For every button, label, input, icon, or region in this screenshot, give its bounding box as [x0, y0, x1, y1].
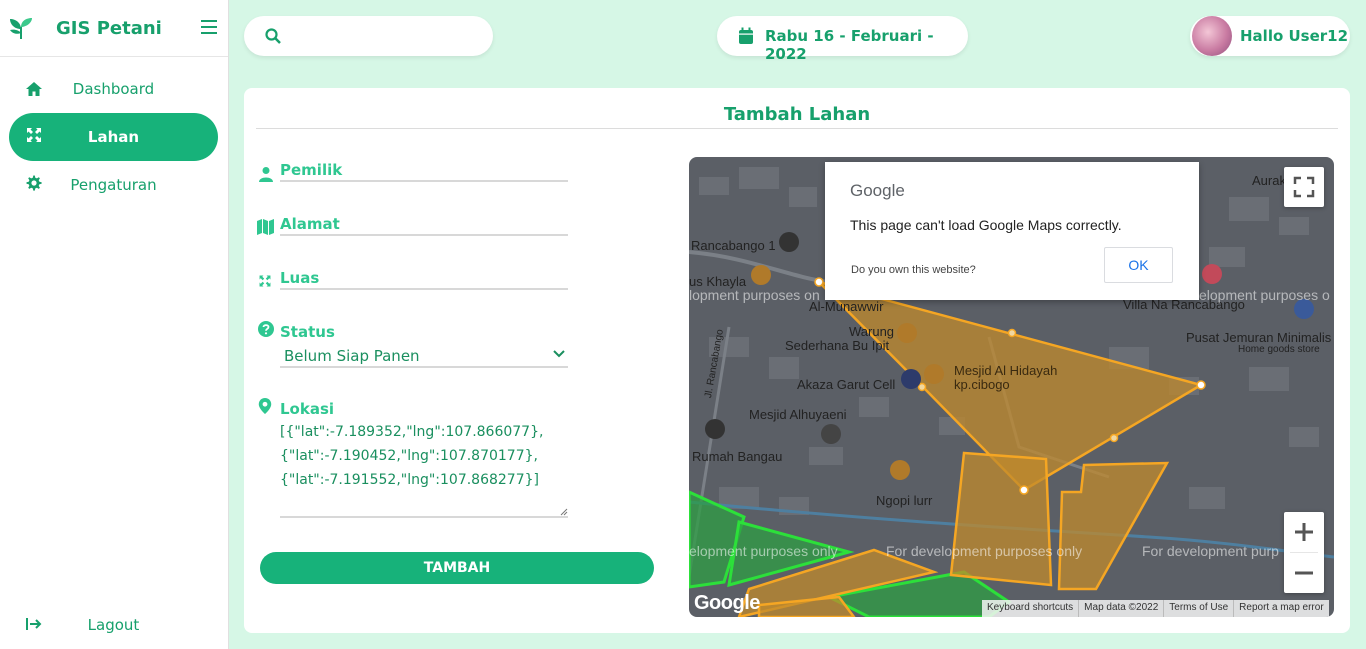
divider [256, 128, 1338, 129]
user-menu[interactable]: Hallo User12 [1190, 16, 1350, 56]
map-label: Sederhana Bu Ipit [785, 338, 890, 353]
map[interactable]: Rancabango 1 us Khayla Al-Munawwir Warun… [689, 157, 1334, 617]
dialog-brand: Google [850, 181, 905, 200]
resize-handle-icon[interactable] [558, 506, 568, 516]
dev-watermark: elopment purposes only [689, 543, 838, 559]
keyboard-shortcuts-link[interactable]: Keyboard shortcuts [982, 600, 1080, 617]
zoom-out-icon[interactable] [1284, 553, 1324, 593]
user-icon [259, 167, 273, 182]
maps-error-dialog: Google This page can't load Google Maps … [825, 162, 1199, 300]
pemilik-input[interactable] [280, 180, 568, 182]
sidebar-item-pengaturan[interactable]: Pengaturan [9, 161, 218, 209]
date-display: Rabu 16 - Februari - 2022 [717, 16, 968, 63]
pemilik-label: Pemilik [280, 161, 343, 179]
sidebar: GIS Petani Dashboard Lahan Pengaturan La… [0, 0, 229, 649]
map-label: Rumah Bangau [692, 449, 783, 464]
luas-label: Luas [280, 269, 320, 287]
hamburger-menu-icon[interactable] [201, 20, 217, 34]
report-error-link[interactable]: Report a map error [1234, 600, 1328, 617]
dev-watermark: For development purp [1142, 543, 1279, 559]
search-bar[interactable] [244, 16, 493, 56]
submit-button[interactable]: TAMBAH [260, 552, 654, 584]
logout-label: Lagout [87, 616, 140, 634]
lokasi-label: Lokasi [280, 400, 335, 418]
sidebar-item-label: Pengaturan [70, 176, 157, 194]
sidebar-item-label: Lahan [87, 128, 140, 146]
dialog-message: This page can't load Google Maps correct… [850, 217, 1122, 233]
map-label: Ngopi lurr [876, 493, 933, 508]
zoom-in-icon[interactable] [1284, 512, 1324, 552]
calendar-icon [739, 27, 753, 44]
map-label: Mesjid Al Hidayah kp.cibogo [954, 363, 1058, 392]
status-select[interactable]: Belum Siap Panen [284, 347, 420, 365]
map-footer: Keyboard shortcuts Map data ©2022 Terms … [982, 600, 1329, 617]
current-date: Rabu 16 - Februari - 2022 [765, 27, 934, 63]
avatar[interactable] [1192, 16, 1232, 56]
lokasi-textarea[interactable]: [{"lat":-7.189352,"lng":107.866077}, {"l… [280, 420, 568, 492]
zoom-control [1284, 512, 1324, 593]
brand: GIS Petani [0, 0, 228, 57]
map-label: Warung [849, 324, 895, 339]
fullscreen-button[interactable] [1284, 167, 1324, 207]
sidebar-item-dashboard[interactable]: Dashboard [9, 65, 218, 113]
map-data-label: Map data ©2022 [1079, 600, 1165, 617]
fullscreen-icon [1293, 176, 1315, 198]
question-circle-icon [258, 321, 274, 337]
logout-button[interactable]: Lagout [9, 601, 218, 649]
map-label: Akaza Garut Cell [797, 377, 896, 392]
alamat-label: Alamat [280, 215, 340, 233]
map-label: Home goods store [1238, 344, 1320, 355]
status-label: Status [280, 323, 335, 341]
alamat-input[interactable] [280, 234, 568, 236]
terms-link[interactable]: Terms of Use [1164, 600, 1235, 617]
dev-watermark: lopment purposes on [689, 287, 820, 303]
luas-input[interactable] [280, 288, 568, 290]
map-icon [257, 219, 274, 235]
dev-watermark: For development purposes only [886, 543, 1083, 559]
map-label: Al-Munawwir [809, 299, 884, 314]
location-pin-icon [258, 398, 272, 414]
map-label: Pusat Jemuran Minimalis [1186, 330, 1332, 345]
map-label: Mesjid Alhuyaeni [749, 407, 847, 422]
chevron-down-icon[interactable] [553, 349, 565, 359]
sidebar-item-lahan[interactable]: Lahan [9, 113, 218, 161]
app-title: GIS Petani [56, 17, 162, 39]
user-greeting: Hallo User12 [1240, 27, 1349, 45]
sidebar-item-label: Dashboard [72, 80, 155, 98]
search-icon [265, 28, 281, 44]
map-label: Aurak [1252, 173, 1286, 188]
ok-button[interactable]: OK [1104, 247, 1173, 283]
leaf-logo-icon [10, 18, 32, 39]
status-underline [280, 366, 568, 368]
own-website-link[interactable]: Do you own this website? [851, 264, 976, 276]
page-title: Tambah Lahan [723, 104, 871, 125]
dev-watermark: elopment purposes o [1199, 287, 1330, 303]
expand-icon [259, 275, 271, 287]
map-label: Rancabango 1 [691, 238, 776, 253]
lokasi-underline [280, 516, 568, 518]
add-land-card: Tambah Lahan Pemilik Alamat Luas Status … [244, 88, 1350, 633]
google-logo: Google [694, 592, 760, 614]
